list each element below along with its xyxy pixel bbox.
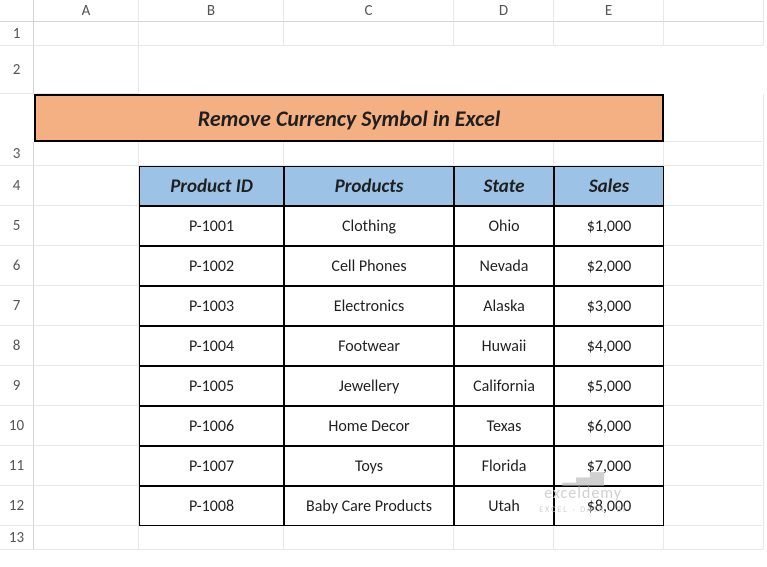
cell-state[interactable]: Utah bbox=[454, 486, 554, 526]
cell-A11[interactable] bbox=[34, 446, 139, 486]
cell-A12[interactable] bbox=[34, 486, 139, 526]
row-header-13[interactable]: 13 bbox=[0, 526, 34, 550]
cell-product[interactable]: Clothing bbox=[284, 206, 454, 246]
cell-F6[interactable] bbox=[664, 246, 764, 286]
cell-state[interactable]: Texas bbox=[454, 406, 554, 446]
cell-F13[interactable] bbox=[664, 526, 764, 550]
cell-sales[interactable]: $8,000 bbox=[554, 486, 664, 526]
cell-F1[interactable] bbox=[664, 22, 764, 46]
cell-F7[interactable] bbox=[664, 286, 764, 326]
select-all-corner[interactable] bbox=[0, 0, 34, 22]
cell-product-id[interactable]: P-1002 bbox=[139, 246, 284, 286]
cell-E1[interactable] bbox=[554, 22, 664, 46]
row-header-9[interactable]: 9 bbox=[0, 366, 34, 406]
header-product-id[interactable]: Product ID bbox=[139, 166, 284, 206]
cell-A6[interactable] bbox=[34, 246, 139, 286]
row-header-1[interactable]: 1 bbox=[0, 22, 34, 46]
cell-product-id[interactable]: P-1005 bbox=[139, 366, 284, 406]
cell-state[interactable]: Huwaii bbox=[454, 326, 554, 366]
col-header-C[interactable]: C bbox=[284, 0, 454, 22]
col-header-E[interactable]: E bbox=[554, 0, 664, 22]
cell-F5[interactable] bbox=[664, 206, 764, 246]
cell-sales[interactable]: $1,000 bbox=[554, 206, 664, 246]
cell-A9[interactable] bbox=[34, 366, 139, 406]
cell-sales[interactable]: $6,000 bbox=[554, 406, 664, 446]
cell-state[interactable]: Nevada bbox=[454, 246, 554, 286]
header-products[interactable]: Products bbox=[284, 166, 454, 206]
cell-B3[interactable] bbox=[139, 142, 284, 166]
row-header-10[interactable]: 10 bbox=[0, 406, 34, 446]
cell-product-id[interactable]: P-1001 bbox=[139, 206, 284, 246]
cell-D1[interactable] bbox=[454, 22, 554, 46]
cell-state[interactable]: California bbox=[454, 366, 554, 406]
cell-A4[interactable] bbox=[34, 166, 139, 206]
cell-sales[interactable]: $5,000 bbox=[554, 366, 664, 406]
cell-F2[interactable] bbox=[664, 94, 764, 142]
cell-D13[interactable] bbox=[454, 526, 554, 550]
row-header-5[interactable]: 5 bbox=[0, 206, 34, 246]
row-header-12[interactable]: 12 bbox=[0, 486, 34, 526]
cell-state[interactable]: Alaska bbox=[454, 286, 554, 326]
cell-A5[interactable] bbox=[34, 206, 139, 246]
row-header-2[interactable]: 2 bbox=[0, 46, 34, 94]
cell-C1[interactable] bbox=[284, 22, 454, 46]
cell-state[interactable]: Ohio bbox=[454, 206, 554, 246]
cell-product-id[interactable]: P-1003 bbox=[139, 286, 284, 326]
title-cell[interactable]: Remove Currency Symbol in Excel bbox=[34, 94, 664, 142]
cell-product[interactable]: Jewellery bbox=[284, 366, 454, 406]
cell-C3[interactable] bbox=[284, 142, 454, 166]
row-header-7[interactable]: 7 bbox=[0, 286, 34, 326]
cell-A2[interactable] bbox=[34, 46, 139, 94]
cell-B13[interactable] bbox=[139, 526, 284, 550]
col-header-D[interactable]: D bbox=[454, 0, 554, 22]
row-header-3[interactable]: 3 bbox=[0, 142, 34, 166]
cell-E3[interactable] bbox=[554, 142, 664, 166]
col-header-B[interactable]: B bbox=[139, 0, 284, 22]
cell-product[interactable]: Home Decor bbox=[284, 406, 454, 446]
row-header-8[interactable]: 8 bbox=[0, 326, 34, 366]
cell-A10[interactable] bbox=[34, 406, 139, 446]
row-header-4[interactable]: 4 bbox=[0, 166, 34, 206]
header-state[interactable]: State bbox=[454, 166, 554, 206]
cell-sales[interactable]: $3,000 bbox=[554, 286, 664, 326]
cell-product-id[interactable]: P-1008 bbox=[139, 486, 284, 526]
cell-C13[interactable] bbox=[284, 526, 454, 550]
cell-state[interactable]: Florida bbox=[454, 446, 554, 486]
cell-F4[interactable] bbox=[664, 166, 764, 206]
cell-A7[interactable] bbox=[34, 286, 139, 326]
row-header-6[interactable]: 6 bbox=[0, 246, 34, 286]
cell-B1[interactable] bbox=[139, 22, 284, 46]
cell-product[interactable]: Cell Phones bbox=[284, 246, 454, 286]
cell-A8[interactable] bbox=[34, 326, 139, 366]
cell-product-id[interactable]: P-1006 bbox=[139, 406, 284, 446]
cell-A3[interactable] bbox=[34, 142, 139, 166]
cell-sales[interactable]: $2,000 bbox=[554, 246, 664, 286]
cell-F8[interactable] bbox=[664, 326, 764, 366]
cell-A1[interactable] bbox=[34, 22, 139, 46]
cell-F12[interactable] bbox=[664, 486, 764, 526]
cell-product-id[interactable]: P-1004 bbox=[139, 326, 284, 366]
cell-sales[interactable]: $7,000 bbox=[554, 446, 664, 486]
col-header-blank[interactable] bbox=[664, 0, 764, 22]
header-sales[interactable]: Sales bbox=[554, 166, 664, 206]
cell-product-id[interactable]: P-1007 bbox=[139, 446, 284, 486]
col-header-A[interactable]: A bbox=[34, 0, 139, 22]
row-header-11[interactable]: 11 bbox=[0, 446, 34, 486]
cell-D3[interactable] bbox=[454, 142, 554, 166]
cell-A13[interactable] bbox=[34, 526, 139, 550]
cell-product[interactable]: Footwear bbox=[284, 326, 454, 366]
cell-E13[interactable] bbox=[554, 526, 664, 550]
cell-product[interactable]: Electronics bbox=[284, 286, 454, 326]
spreadsheet-grid: A B C D E 1 2 Remove Currency Symbol in … bbox=[0, 0, 767, 550]
cell-F10[interactable] bbox=[664, 406, 764, 446]
cell-product[interactable]: Baby Care Products bbox=[284, 486, 454, 526]
cell-F3[interactable] bbox=[664, 142, 764, 166]
cell-product[interactable]: Toys bbox=[284, 446, 454, 486]
cell-sales[interactable]: $4,000 bbox=[554, 326, 664, 366]
cell-F11[interactable] bbox=[664, 446, 764, 486]
cell-F9[interactable] bbox=[664, 366, 764, 406]
